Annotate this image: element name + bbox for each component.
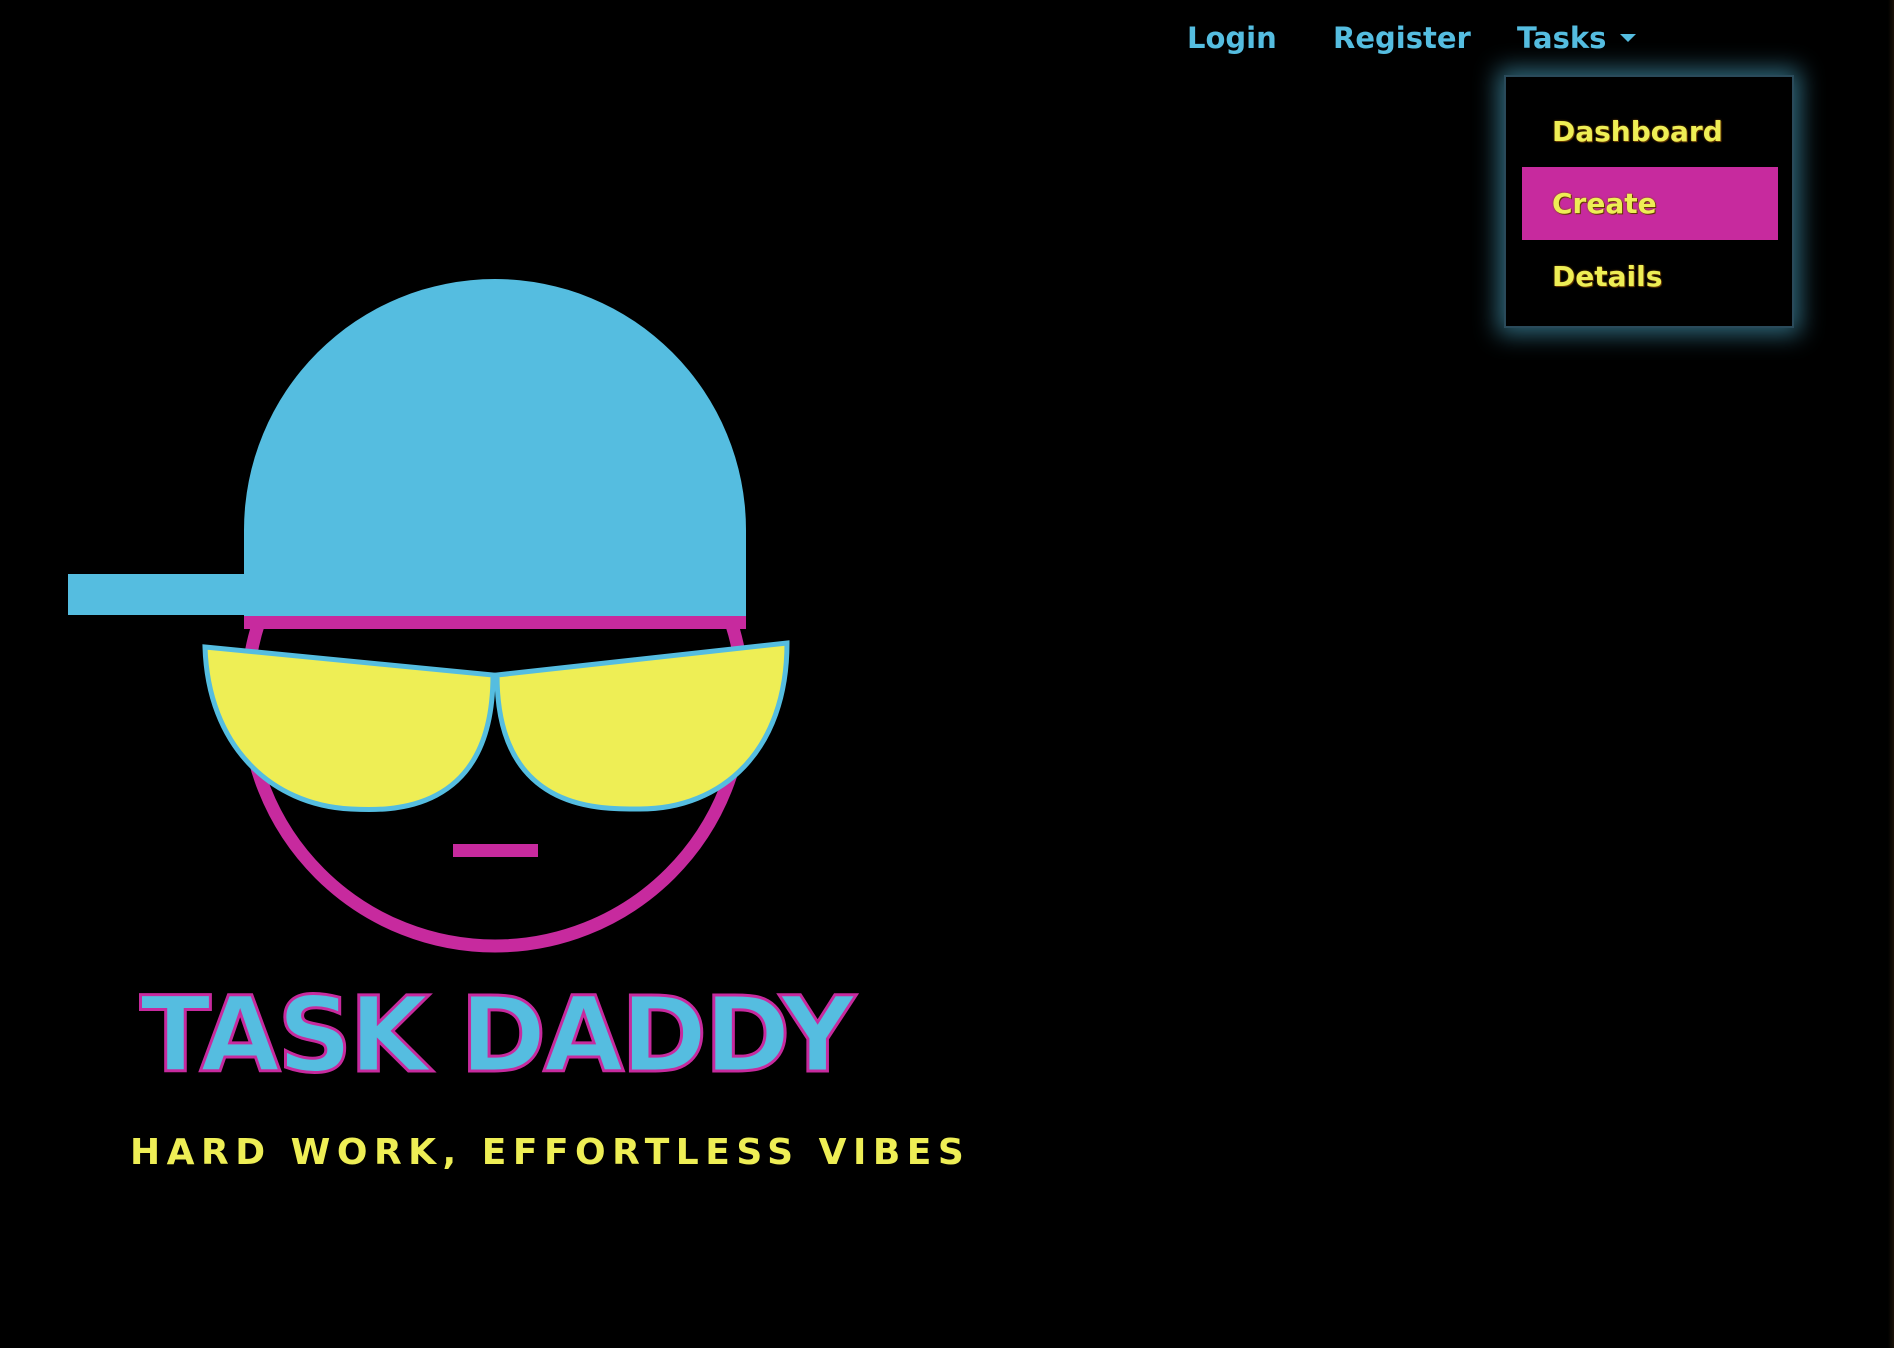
login-link[interactable]: Login <box>1187 18 1277 58</box>
glasses-left-lens <box>202 644 496 813</box>
tasks-dropdown-toggle[interactable]: Tasks <box>1517 18 1637 58</box>
glasses-right-lens <box>494 640 790 812</box>
window-edge <box>1888 0 1894 1348</box>
menu-item-details[interactable]: Details <box>1522 240 1778 313</box>
cap-band <box>244 616 746 629</box>
tasks-label: Tasks <box>1517 21 1607 55</box>
menu-item-create[interactable]: Create <box>1522 167 1778 240</box>
page: Login Register Tasks Dashboard Create De… <box>0 0 1894 1348</box>
brand-tagline: HARD WORK, EFFORTLESS VIBES <box>130 1132 971 1173</box>
brand-title: TASK DADDY <box>139 974 857 1097</box>
register-link[interactable]: Register <box>1333 18 1471 58</box>
cap-brim <box>68 574 248 615</box>
cap-dome <box>244 279 746 622</box>
logo-icon <box>68 279 790 953</box>
mouth <box>453 844 538 857</box>
tasks-dropdown-menu: Dashboard Create Details <box>1504 75 1794 328</box>
caret-down-icon <box>1620 34 1637 42</box>
menu-item-dashboard[interactable]: Dashboard <box>1522 95 1778 168</box>
